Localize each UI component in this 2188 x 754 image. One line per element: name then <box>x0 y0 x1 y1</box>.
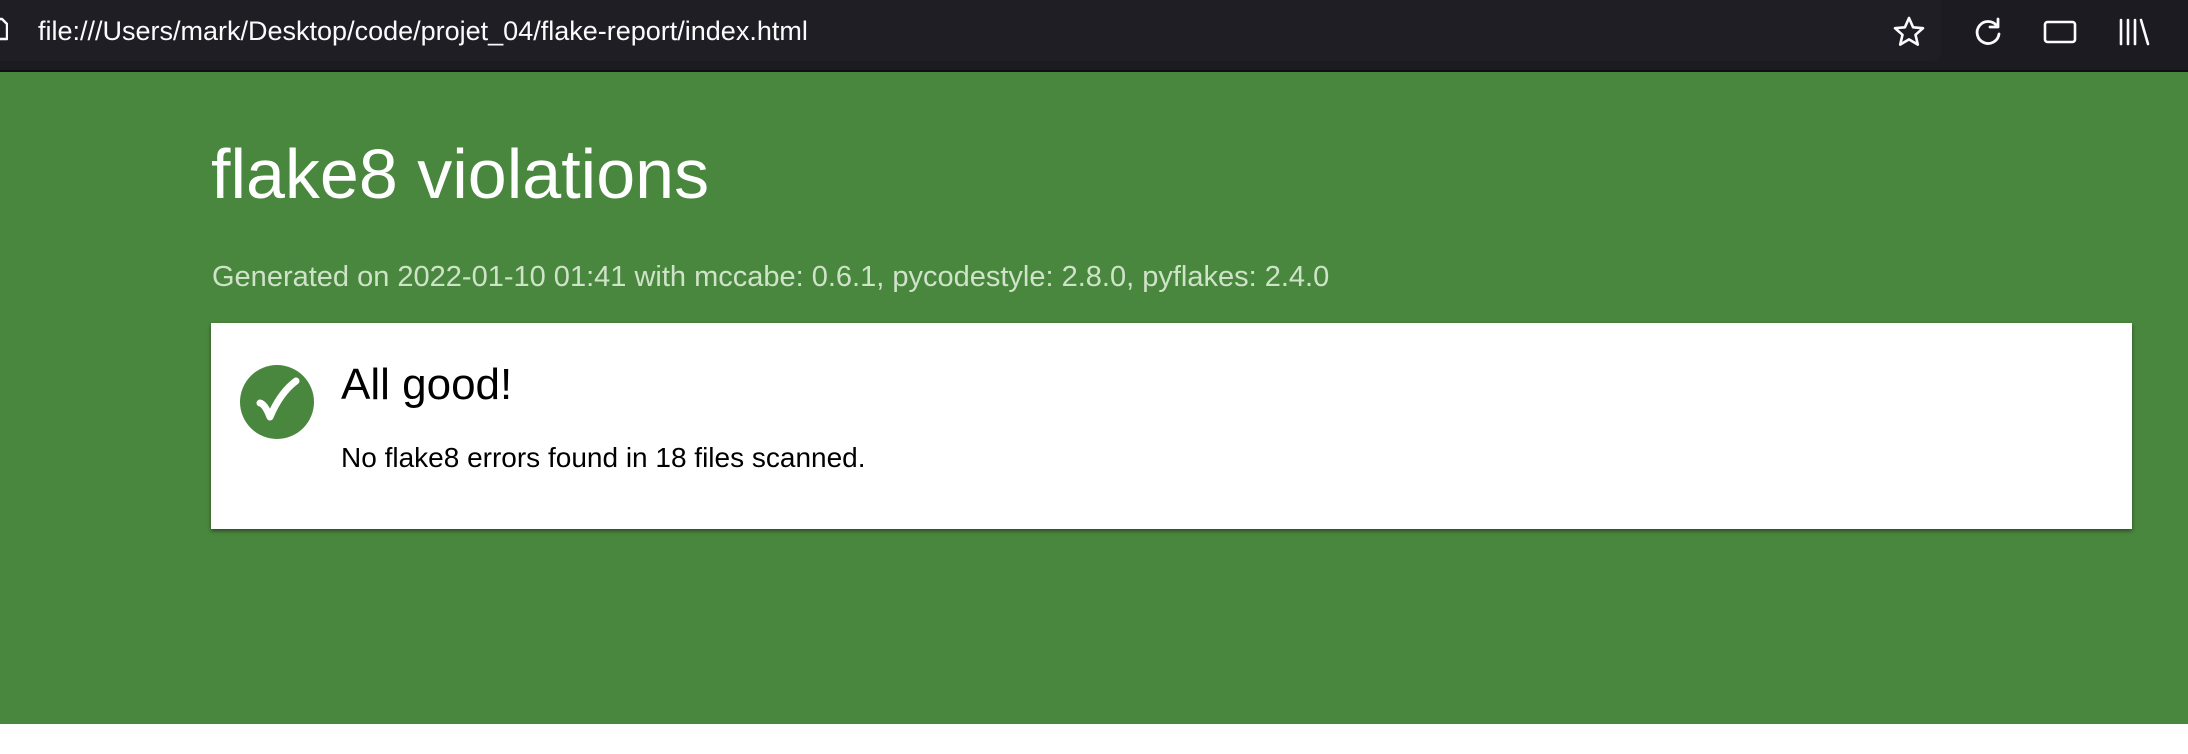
url-text[interactable]: file:///Users/mark/Desktop/code/projet_0… <box>38 14 808 48</box>
result-card: All good! No flake8 errors found in 18 f… <box>211 323 2132 529</box>
browser-toolbar: file:///Users/mark/Desktop/code/projet_0… <box>0 0 2188 70</box>
reader-view-icon[interactable] <box>2042 14 2078 50</box>
generation-info: Generated on 2022-01-10 01:41 with mccab… <box>212 261 1330 293</box>
star-icon[interactable] <box>1891 14 1927 50</box>
page-title: flake8 violations <box>211 135 710 213</box>
result-message: No flake8 errors found in 18 files scann… <box>341 442 866 473</box>
reload-icon[interactable] <box>1970 14 2006 50</box>
library-icon[interactable] <box>2116 14 2152 50</box>
page-icon <box>0 17 9 41</box>
result-heading: All good! <box>341 360 513 409</box>
url-bar[interactable]: file:///Users/mark/Desktop/code/projet_0… <box>0 0 1941 61</box>
checkmark-icon <box>240 365 314 439</box>
